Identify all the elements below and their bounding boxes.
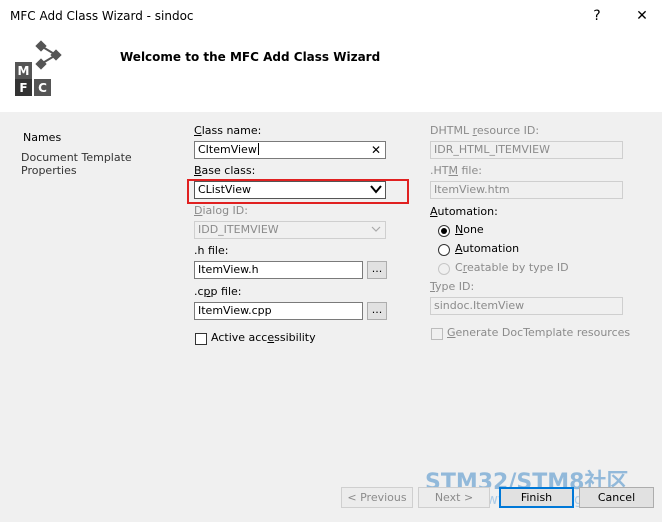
htm-file-input: ItemView.htm bbox=[430, 181, 623, 199]
active-accessibility-label[interactable]: Active accessibility bbox=[211, 331, 316, 344]
h-file-browse-button[interactable]: ... bbox=[367, 261, 387, 279]
next-button: Next > bbox=[418, 487, 490, 508]
clear-icon[interactable]: ✕ bbox=[371, 142, 381, 158]
logo-letter-f: F bbox=[19, 81, 27, 95]
automation-automation-radio[interactable] bbox=[438, 244, 450, 256]
chevron-down-icon bbox=[370, 223, 382, 238]
finish-button[interactable]: Finish bbox=[499, 487, 574, 508]
class-name-label: Class name: bbox=[194, 124, 262, 137]
dialog-id-select: IDD_ITEMVIEW bbox=[194, 221, 386, 239]
logo-letter-c: C bbox=[38, 81, 47, 95]
automation-none-label[interactable]: None bbox=[455, 223, 484, 236]
generate-doctemplate-label: Generate DocTemplate resources bbox=[447, 326, 631, 339]
title-bar: MFC Add Class Wizard - sindoc ? ✕ bbox=[0, 0, 662, 32]
cancel-button[interactable]: Cancel bbox=[579, 487, 654, 508]
dhtml-resource-id-label: DHTML resource ID: bbox=[430, 124, 540, 137]
class-name-input[interactable]: CItemView ✕ bbox=[194, 141, 386, 159]
nav-item-names[interactable]: Names bbox=[23, 131, 61, 144]
type-id-label: Type ID: bbox=[430, 280, 475, 293]
help-button[interactable]: ? bbox=[584, 5, 610, 27]
nav-item-doc-template[interactable]: Document Template Properties bbox=[21, 151, 185, 177]
cpp-file-input[interactable]: ItemView.cpp bbox=[194, 302, 363, 320]
htm-file-label: .HTM file: bbox=[430, 164, 482, 177]
wizard-heading: Welcome to the MFC Add Class Wizard bbox=[120, 50, 381, 64]
active-accessibility-checkbox[interactable] bbox=[195, 333, 207, 345]
generate-doctemplate-checkbox bbox=[431, 328, 443, 340]
highlight-box bbox=[187, 179, 409, 204]
logo-letter-m: M bbox=[18, 64, 30, 78]
automation-automation-label[interactable]: Automation bbox=[455, 242, 519, 255]
type-id-input: sindoc.ItemView bbox=[430, 297, 623, 315]
dialog-id-label: Dialog ID: bbox=[194, 204, 248, 217]
wizard-header: M F C bbox=[0, 32, 662, 112]
automation-label: Automation: bbox=[430, 205, 498, 218]
h-file-input[interactable]: ItemView.h bbox=[194, 261, 363, 279]
automation-creatable-radio bbox=[438, 263, 450, 275]
automation-creatable-label: Creatable by type ID bbox=[455, 261, 569, 274]
wizard-nav: Names Document Template Properties bbox=[0, 112, 185, 484]
base-class-label: Base class: bbox=[194, 164, 256, 177]
h-file-label: .h file: bbox=[194, 244, 229, 257]
cpp-file-label: .cpp file: bbox=[194, 285, 242, 298]
window-title: MFC Add Class Wizard - sindoc bbox=[10, 9, 194, 23]
cpp-file-browse-button[interactable]: ... bbox=[367, 302, 387, 320]
close-button[interactable]: ✕ bbox=[629, 5, 655, 27]
mfc-logo-icon: M F C bbox=[14, 38, 70, 96]
dhtml-resource-id-input: IDR_HTML_ITEMVIEW bbox=[430, 141, 623, 159]
previous-button: < Previous bbox=[341, 487, 413, 508]
automation-none-radio[interactable] bbox=[438, 225, 450, 237]
